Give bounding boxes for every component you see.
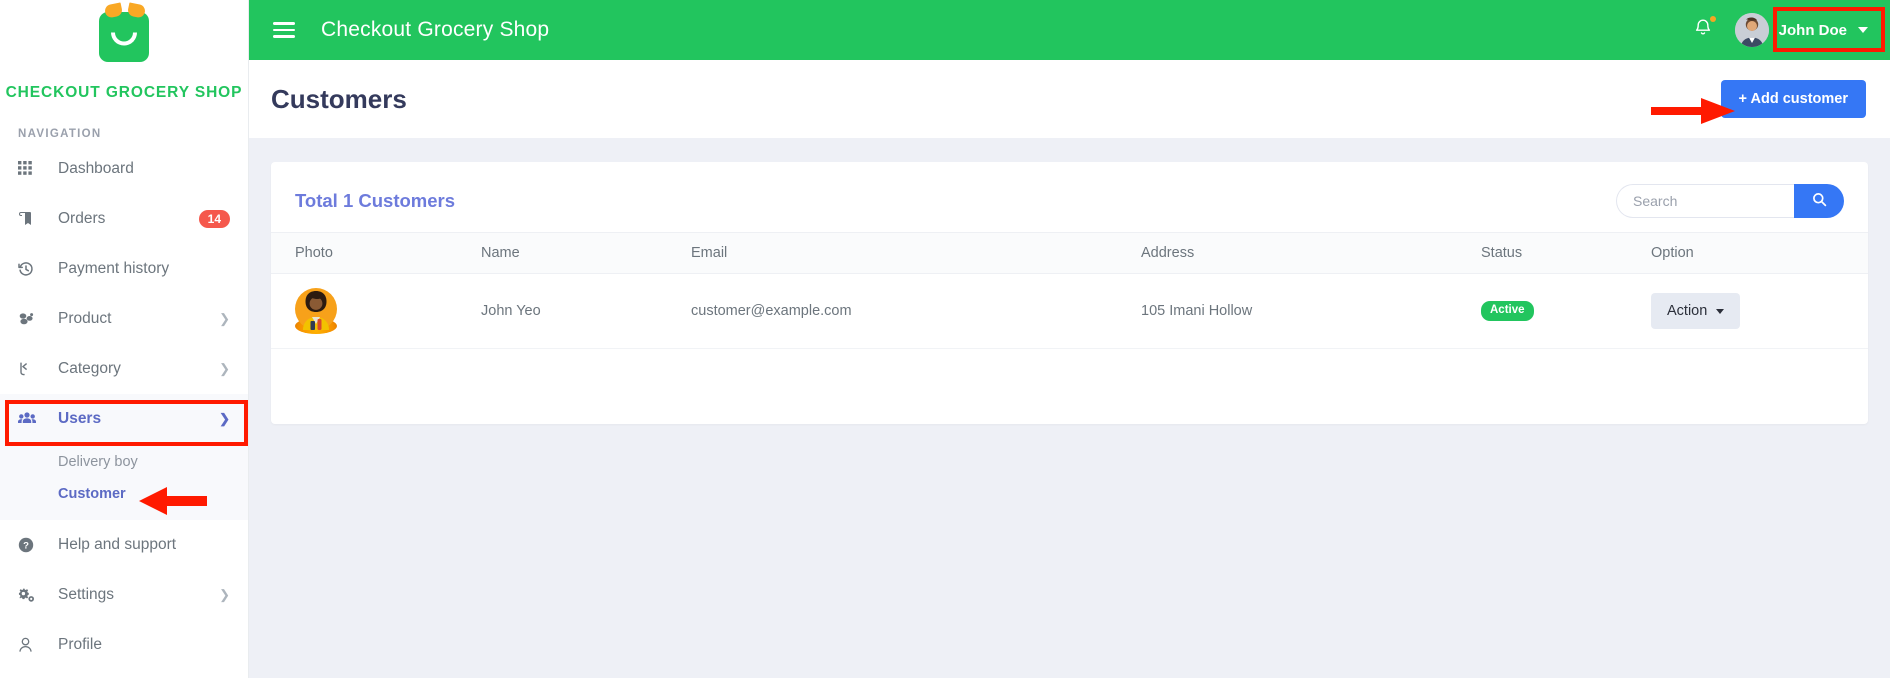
column-header-email: Email: [681, 232, 1131, 274]
action-button[interactable]: Action: [1651, 293, 1741, 329]
column-header-photo: Photo: [271, 232, 471, 274]
cell-status: Active: [1471, 273, 1641, 349]
sidebar-item-label: Product: [58, 310, 112, 327]
logo-smile: [111, 32, 137, 45]
bell-icon[interactable]: [1689, 14, 1717, 47]
gears-icon: [18, 587, 48, 603]
user-icon: [18, 637, 48, 653]
users-submenu: Delivery boy Customer: [0, 444, 248, 520]
add-customer-button[interactable]: + Add customer: [1720, 80, 1866, 118]
column-header-address: Address: [1131, 232, 1471, 274]
sidebar-item-label: Users: [58, 410, 102, 427]
customers-card: Total 1 Customers Photo: [271, 162, 1868, 424]
sidebar: CHECKOUT GROCERY SHOP NAVIGATION Dashboa…: [0, 0, 249, 678]
column-header-status: Status: [1471, 232, 1641, 274]
action-button-label: Action: [1667, 303, 1708, 319]
sidebar-item-settings[interactable]: Settings ❯: [0, 570, 248, 620]
sidebar-item-category[interactable]: Category ❯: [0, 344, 248, 394]
question-mark-icon: ?: [18, 537, 48, 553]
book-icon: [18, 211, 48, 227]
page-header: Customers + Add customer: [249, 60, 1890, 138]
topbar-title: Checkout Grocery Shop: [321, 18, 550, 41]
brand-name: CHECKOUT GROCERY SHOP: [5, 84, 243, 101]
sidebar-item-users[interactable]: Users ❯: [0, 394, 248, 444]
table-row: John Yeo customer@example.com 105 Imani …: [271, 273, 1868, 349]
main-area: Checkout Grocery Shop John Doe Customers…: [249, 0, 1890, 678]
search-box: [1616, 184, 1844, 218]
user-menu[interactable]: John Doe: [1734, 13, 1868, 47]
nav-heading: NAVIGATION: [18, 128, 102, 140]
chevron-down-icon: ❯: [219, 411, 230, 426]
chevron-right-icon: ❯: [219, 361, 230, 376]
cell-photo: [271, 273, 471, 349]
cell-email: customer@example.com: [681, 273, 1131, 349]
chevron-right-icon: ❯: [219, 587, 230, 602]
svg-text:?: ?: [23, 541, 29, 552]
sidebar-item-payment-history[interactable]: Payment history: [0, 244, 248, 294]
submenu-item-customer[interactable]: Customer: [0, 478, 248, 510]
app-root: CHECKOUT GROCERY SHOP NAVIGATION Dashboa…: [0, 0, 1890, 678]
sidebar-item-label: Profile: [58, 636, 102, 653]
column-header-option: Option: [1641, 232, 1868, 274]
sidebar-item-label: Help and support: [58, 536, 177, 553]
user-avatar: [1734, 13, 1769, 47]
cell-name: John Yeo: [471, 273, 681, 349]
search-input[interactable]: [1616, 184, 1794, 218]
notification-dot: [1709, 15, 1716, 22]
topbar-right: John Doe: [1689, 13, 1868, 47]
cell-option: Action: [1641, 273, 1868, 349]
user-name: John Doe: [1778, 21, 1847, 39]
sidebar-item-product[interactable]: Product ❯: [0, 294, 248, 344]
table-body: John Yeo customer@example.com 105 Imani …: [271, 273, 1868, 349]
sidebar-item-label: Settings: [58, 586, 115, 603]
brand[interactable]: CHECKOUT GROCERY SHOP: [0, 0, 248, 102]
table-head: Photo Name Email Address Status Option: [271, 232, 1868, 274]
total-customers-label: Total 1 Customers: [295, 190, 456, 211]
page-title: Customers: [271, 83, 407, 114]
cell-address: 105 Imani Hollow: [1131, 273, 1471, 349]
chevron-down-icon: [1858, 27, 1868, 33]
chevron-right-icon: ❯: [219, 311, 230, 326]
logo-leaf-right: [126, 2, 147, 19]
chevron-down-icon: [1716, 308, 1725, 314]
history-icon: [18, 261, 48, 277]
search-icon: [1812, 192, 1827, 210]
grocery-basket-logo-icon: [99, 2, 149, 62]
logo-wrap: [0, 2, 248, 68]
sidebar-item-label: Orders: [58, 210, 106, 227]
sidebar-item-profile[interactable]: Profile: [0, 620, 248, 670]
sidebar-item-help-and-support[interactable]: ? Help and support: [0, 520, 248, 570]
customers-table: Photo Name Email Address Status Option J…: [271, 232, 1868, 349]
status-badge: Active: [1481, 301, 1534, 321]
sidebar-item-label: Dashboard: [58, 160, 134, 177]
card-header: Total 1 Customers: [271, 162, 1868, 232]
sidebar-item-label: Category: [58, 360, 121, 377]
table-header-row: Photo Name Email Address Status Option: [271, 232, 1868, 274]
topbar-right-edge: [1882, 0, 1890, 60]
grid-icon: [18, 161, 48, 177]
topbar: Checkout Grocery Shop John Doe: [249, 0, 1890, 60]
sitemap-icon: [18, 361, 48, 377]
orders-badge: 14: [198, 210, 230, 228]
users-icon: [18, 411, 48, 427]
column-header-name: Name: [471, 232, 681, 274]
submenu-item-delivery-boy[interactable]: Delivery boy: [0, 446, 248, 478]
customer-avatar: [295, 288, 337, 334]
sidebar-item-label: Payment history: [58, 260, 170, 277]
logo-leaf-left: [103, 2, 124, 19]
sidebar-item-orders[interactable]: Orders 14: [0, 194, 248, 244]
boxes-icon: [18, 311, 48, 327]
hamburger-icon[interactable]: [273, 18, 295, 41]
search-button[interactable]: [1794, 184, 1844, 218]
sidebar-item-dashboard[interactable]: Dashboard: [0, 144, 248, 194]
